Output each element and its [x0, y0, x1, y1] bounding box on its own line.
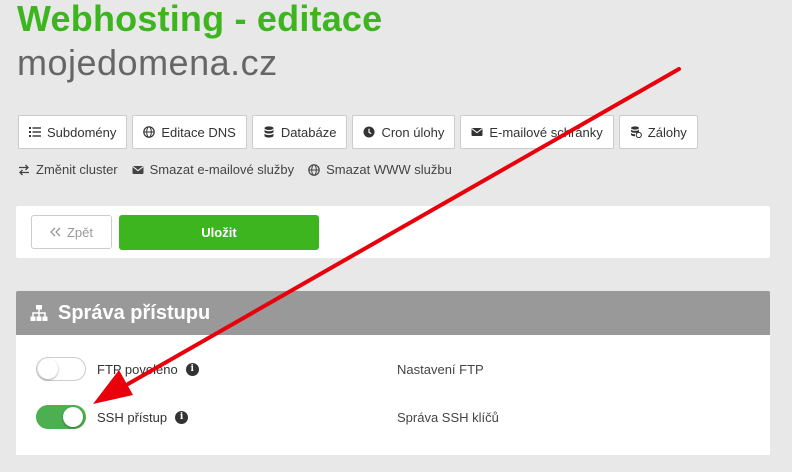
envelope-icon — [132, 165, 144, 174]
tab-emailove-schranky[interactable]: E-mailové schránky — [460, 115, 614, 149]
tab-label: Zálohy — [647, 124, 687, 140]
toggle-knob — [38, 359, 58, 379]
action-bar: Zpět Uložit — [16, 206, 770, 258]
tab-bar: Subdomény Editace DNS Databáze Cron úloh… — [18, 115, 698, 149]
section-header: Správa přístupu — [16, 291, 770, 335]
ssh-row: SSH přístup i — [36, 405, 189, 429]
back-button-label: Zpět — [66, 224, 93, 240]
tab-label: Editace DNS — [161, 124, 236, 140]
tab-editace-dns[interactable]: Editace DNS — [132, 115, 247, 149]
ftp-toggle[interactable] — [36, 357, 86, 381]
ssh-toggle[interactable] — [36, 405, 86, 429]
delete-email-services-link[interactable]: Smazat e-mailové služby — [132, 162, 295, 177]
toggle-knob — [63, 407, 83, 427]
ssh-label: SSH přístup — [97, 409, 168, 425]
secondary-actions: Změnit cluster Smazat e-mailové služby S… — [18, 162, 452, 177]
change-cluster-link[interactable]: Změnit cluster — [18, 162, 118, 177]
tab-subdomeny[interactable]: Subdomény — [18, 115, 128, 149]
page-title: Webhosting - editace — [17, 0, 383, 39]
list-icon — [29, 127, 41, 137]
ftp-settings-link[interactable]: Nastavení FTP — [397, 362, 484, 377]
tab-label: E-mailové schránky — [489, 124, 603, 140]
info-icon[interactable]: i — [185, 362, 199, 376]
info-icon[interactable]: i — [175, 410, 189, 424]
section-title: Správa přístupu — [58, 301, 211, 324]
tab-label: Subdomény — [47, 124, 117, 140]
double-chevron-left-icon — [50, 227, 61, 237]
tab-cron-ulohy[interactable]: Cron úlohy — [352, 115, 456, 149]
envelope-icon — [471, 128, 483, 136]
tab-label: Cron úlohy — [381, 124, 445, 140]
save-button[interactable]: Uložit — [119, 215, 319, 250]
exchange-icon — [19, 164, 29, 175]
delete-www-service-link[interactable]: Smazat WWW službu — [308, 162, 452, 177]
globe-icon — [143, 126, 156, 138]
globe-icon — [308, 163, 320, 176]
domain-name: mojedomena.cz — [17, 42, 278, 83]
backup-icon — [630, 126, 642, 138]
clock-icon — [363, 126, 375, 138]
link-label: Smazat WWW službu — [326, 162, 452, 177]
back-button[interactable]: Zpět — [31, 215, 112, 249]
ftp-label: FTP povoleno — [97, 361, 178, 377]
tab-databaze[interactable]: Databáze — [251, 115, 348, 149]
access-settings-panel: FTP povoleno i Nastavení FTP SSH přístup… — [16, 335, 770, 455]
ftp-row: FTP povoleno i — [36, 357, 199, 381]
tab-label: Databáze — [280, 124, 337, 140]
link-label: Smazat e-mailové služby — [149, 162, 295, 177]
database-icon — [264, 126, 274, 138]
link-label: Změnit cluster — [36, 162, 118, 177]
tab-zalohy[interactable]: Zálohy — [618, 115, 698, 149]
ssh-keys-link[interactable]: Správa SSH klíčů — [397, 410, 499, 425]
sitemap-icon — [30, 305, 48, 321]
